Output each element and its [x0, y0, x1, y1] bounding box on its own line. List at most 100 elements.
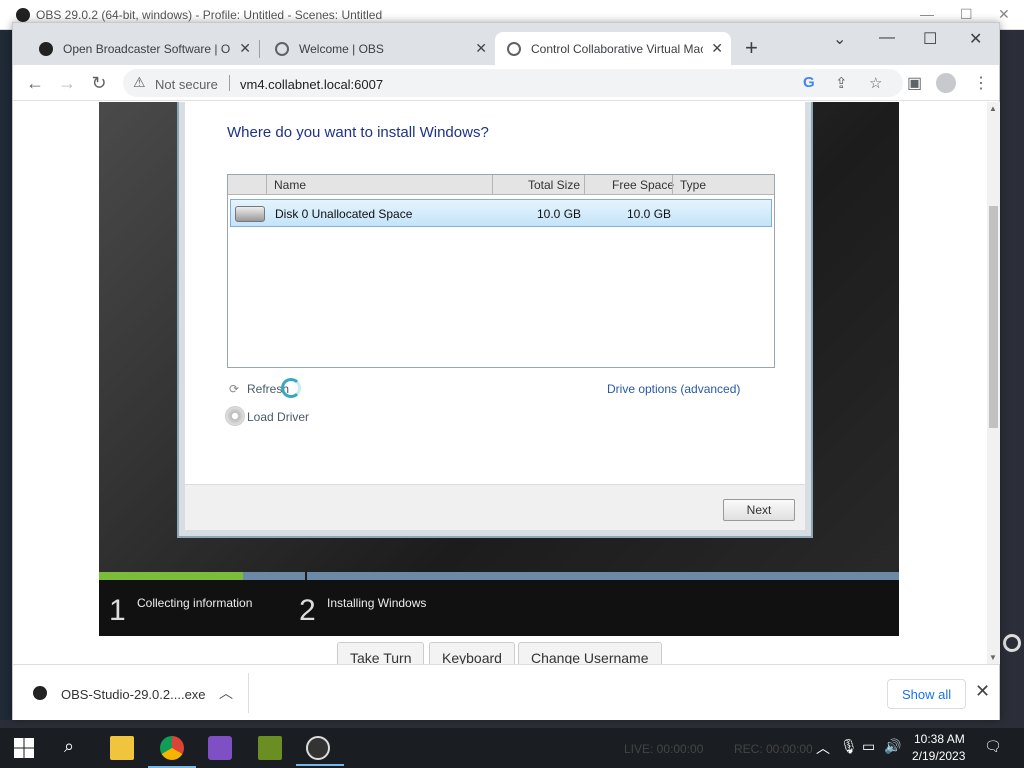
change-username-button[interactable]: Change Username — [518, 642, 662, 664]
page-content: Where do you want to install Windows? Na… — [13, 102, 987, 664]
obs-installer-icon — [33, 686, 47, 700]
windows-taskbar: ⌕ LIVE: 00:00:00 REC: 00:00:00 ︿ 🎙 ▭ 🔊 1… — [0, 728, 1024, 768]
vm-screen[interactable]: Where do you want to install Windows? Na… — [99, 102, 899, 636]
column-divider — [584, 175, 585, 195]
obs-minimize-icon[interactable]: — — [920, 6, 934, 22]
minimize-icon[interactable]: — — [879, 29, 895, 47]
take-turn-button[interactable]: Take Turn — [337, 642, 425, 664]
share-icon[interactable]: ⇪ — [835, 74, 848, 92]
maximize-icon[interactable]: ☐ — [923, 29, 937, 49]
menu-dots-icon[interactable]: ⋮ — [973, 73, 989, 93]
volume-icon[interactable]: 🔊 — [884, 738, 901, 755]
chevron-up-tray-icon[interactable]: ︿ — [816, 738, 830, 758]
progress-step-marker — [305, 572, 307, 580]
security-label[interactable]: Not secure — [155, 77, 218, 92]
obs-maximize-icon[interactable]: ☐ — [960, 6, 973, 23]
drive-options-link[interactable]: Drive options (advanced) — [607, 382, 740, 396]
install-progress-bar — [99, 572, 899, 580]
column-divider — [266, 175, 267, 195]
column-free-space: Free Space — [612, 178, 675, 192]
tab-search-chevron-icon[interactable]: ⌄ — [833, 29, 846, 49]
tab-welcome-obs[interactable]: Welcome | OBS ✕ — [263, 32, 495, 65]
close-download-bar-icon[interactable]: ✕ — [975, 681, 990, 702]
address-bar[interactable]: ⚠ Not secure vm4.collabnet.local:6007 G … — [123, 69, 903, 97]
step-label: Collecting information — [137, 596, 253, 610]
chrome-window: Open Broadcaster Software | OBS ✕ Welcom… — [12, 22, 1000, 720]
next-button[interactable]: Next — [723, 499, 795, 521]
profile-avatar-icon[interactable] — [936, 73, 956, 93]
scroll-up-icon[interactable]: ▲ — [989, 104, 997, 113]
windows-setup-dialog: Where do you want to install Windows? Na… — [177, 102, 813, 538]
column-divider — [492, 175, 493, 195]
download-filename[interactable]: OBS-Studio-29.0.2....exe — [61, 687, 206, 702]
scroll-down-icon[interactable]: ▼ — [989, 653, 997, 662]
back-icon[interactable]: ← — [23, 71, 47, 95]
load-driver-link[interactable]: Load Driver — [247, 410, 309, 424]
gear-icon[interactable] — [1003, 634, 1021, 652]
step-number: 2 — [299, 594, 316, 627]
hard-disk-icon — [235, 206, 265, 222]
obs-right-panel — [1000, 30, 1024, 720]
close-window-icon[interactable]: ✕ — [969, 29, 982, 49]
disk-free-space: 10.0 GB — [627, 207, 672, 221]
obs-logo-icon — [16, 8, 30, 22]
vm-controls: Take Turn Keyboard Change Username — [13, 642, 987, 664]
setup-body: Where do you want to install Windows? Na… — [185, 102, 805, 530]
tab-obs-software[interactable]: Open Broadcaster Software | OBS ✕ — [27, 32, 259, 65]
notification-icon[interactable]: 🗨 — [984, 738, 1002, 755]
reload-icon[interactable]: ↻ — [87, 71, 111, 95]
windows-start-icon[interactable] — [14, 738, 34, 758]
show-all-button[interactable]: Show all — [887, 679, 967, 709]
visual-studio-icon[interactable] — [208, 736, 232, 760]
keyboard-button[interactable]: Keyboard — [429, 642, 515, 664]
clock-time[interactable]: 10:38 AM — [914, 732, 965, 746]
tab-label: Welcome | OBS — [299, 41, 384, 56]
download-bar: OBS-Studio-29.0.2....exe ︿ Show all ✕ — [13, 664, 999, 720]
url-text[interactable]: vm4.collabnet.local:6007 — [240, 77, 383, 92]
download-divider — [248, 673, 249, 713]
forward-icon[interactable]: → — [55, 71, 79, 95]
refresh-icon: ⟳ — [229, 382, 240, 396]
obs-window-title: OBS 29.0.2 (64-bit, windows) - Profile: … — [36, 8, 383, 22]
column-name: Name — [274, 178, 307, 192]
google-lens-icon[interactable]: G — [803, 74, 815, 91]
obs-favicon-icon — [39, 41, 53, 56]
setup-footer: Next — [185, 484, 805, 530]
bookmark-star-icon[interactable]: ☆ — [869, 74, 882, 92]
globe-icon — [507, 41, 521, 56]
minecraft-icon[interactable] — [258, 736, 282, 760]
install-progress-fill — [99, 572, 243, 580]
installer-steps: 1 Collecting information 2 Installing Wi… — [99, 580, 899, 636]
side-panel-icon[interactable]: ▣ — [907, 73, 922, 93]
column-divider — [672, 175, 673, 195]
obs-left-panel — [0, 30, 12, 720]
obs-close-icon[interactable]: ✕ — [998, 6, 1010, 23]
file-explorer-icon[interactable] — [110, 736, 134, 760]
microphone-icon[interactable]: 🎙 — [840, 738, 858, 755]
tab-label: Control Collaborative Virtual Machine — [531, 41, 704, 56]
cd-disc-icon — [225, 406, 245, 426]
tab-close-icon[interactable]: ✕ — [711, 40, 723, 57]
tab-close-icon[interactable]: ✕ — [475, 40, 487, 57]
disk-row-selected[interactable]: Disk 0 Unallocated Space 10.0 GB 10.0 GB — [230, 199, 772, 227]
step-label: Installing Windows — [327, 596, 427, 610]
clock-date[interactable]: 2/19/2023 — [912, 749, 965, 763]
search-icon[interactable]: ⌕ — [64, 736, 74, 757]
tab-control-vm[interactable]: Control Collaborative Virtual Machine ✕ — [495, 32, 731, 65]
disk-name: Disk 0 Unallocated Space — [275, 207, 413, 221]
tab-label: Open Broadcaster Software | OBS — [63, 41, 232, 56]
setup-heading: Where do you want to install Windows? — [227, 124, 489, 141]
chrome-icon[interactable] — [148, 736, 196, 768]
busy-spinner-icon — [281, 378, 301, 398]
page-scrollbar[interactable]: ▲ ▼ — [987, 102, 1000, 664]
network-icon[interactable]: ▭ — [862, 738, 875, 755]
obs-rec-status: REC: 00:00:00 — [734, 742, 813, 756]
step-number: 1 — [109, 594, 126, 627]
tab-close-icon[interactable]: ✕ — [239, 40, 251, 57]
column-type: Type — [680, 178, 707, 192]
obs-taskbar-icon[interactable] — [296, 736, 344, 766]
scrollbar-thumb[interactable] — [989, 206, 998, 428]
new-tab-icon[interactable]: + — [745, 35, 758, 61]
disk-total-size: 10.0 GB — [537, 207, 582, 221]
chevron-up-icon[interactable]: ︿ — [219, 683, 233, 703]
